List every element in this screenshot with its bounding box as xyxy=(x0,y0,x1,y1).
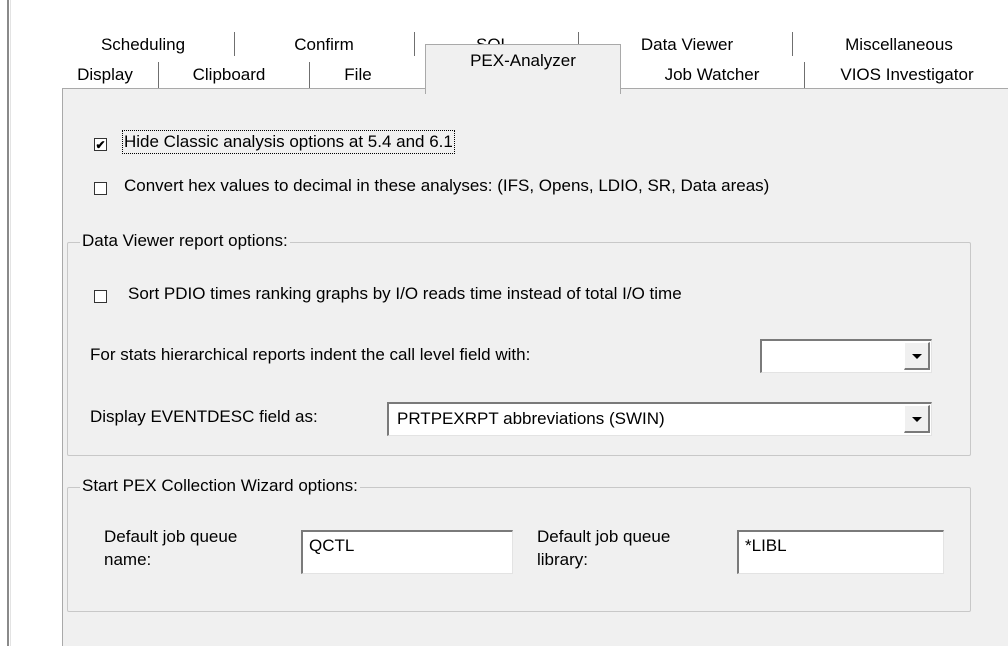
window-border-highlight xyxy=(10,0,11,646)
tab-display[interactable]: Display xyxy=(55,60,155,90)
queue-lib-value: *LIBL xyxy=(745,536,787,555)
tab-divider xyxy=(158,62,159,88)
queue-lib-input[interactable]: *LIBL xyxy=(737,530,944,574)
eventdesc-label: Display EVENTDESC field as: xyxy=(90,407,318,426)
queue-lib-label-line1: Default job queue xyxy=(537,527,671,546)
tab-scheduling[interactable]: Scheduling xyxy=(58,30,228,60)
queue-name-label-line2: name: xyxy=(104,550,152,569)
indent-label: For stats hierarchical reports indent th… xyxy=(90,345,531,364)
tab-divider xyxy=(234,32,235,56)
data-viewer-group-title: Data Viewer report options: xyxy=(80,231,290,251)
window-edge xyxy=(0,0,6,646)
tab-divider xyxy=(309,62,310,88)
queue-name-label-line1: Default job queue xyxy=(104,527,238,546)
indent-combo[interactable] xyxy=(760,339,932,373)
convert-hex-label[interactable]: Convert hex values to decimal in these a… xyxy=(124,176,769,196)
chevron-down-icon xyxy=(911,417,922,422)
queue-name-input[interactable]: QCTL xyxy=(301,530,513,574)
sort-pdio-checkbox[interactable] xyxy=(94,290,107,303)
tab-miscellaneous[interactable]: Miscellaneous xyxy=(796,30,1002,60)
tab-clipboard[interactable]: Clipboard xyxy=(162,60,296,90)
tab-divider xyxy=(804,62,805,88)
chevron-down-icon xyxy=(911,354,922,359)
window-border xyxy=(7,0,9,646)
hide-classic-label[interactable]: Hide Classic analysis options at 5.4 and… xyxy=(122,130,455,154)
queue-name-value: QCTL xyxy=(309,536,355,555)
sort-pdio-label[interactable]: Sort PDIO times ranking graphs by I/O re… xyxy=(128,284,682,304)
wizard-group-title: Start PEX Collection Wizard options: xyxy=(80,476,360,496)
tab-pex-analyzer-label: PEX-Analyzer xyxy=(470,51,576,70)
convert-hex-checkbox[interactable] xyxy=(94,182,107,195)
tab-file[interactable]: File xyxy=(312,60,404,90)
tab-pex-analyzer[interactable]: PEX-Analyzer xyxy=(425,44,621,94)
eventdesc-dropdown-button[interactable] xyxy=(904,405,930,433)
tab-job-watcher[interactable]: Job Watcher xyxy=(624,60,800,90)
indent-dropdown-button[interactable] xyxy=(904,342,930,370)
tab-divider xyxy=(792,32,793,56)
tab-divider xyxy=(414,32,415,56)
tab-confirm[interactable]: Confirm xyxy=(240,30,408,60)
tab-vios-investigator[interactable]: VIOS Investigator xyxy=(806,60,1008,90)
queue-lib-label-line2: library: xyxy=(537,550,589,569)
eventdesc-combo[interactable]: PRTPEXRPT abbreviations (SWIN) xyxy=(387,402,932,436)
eventdesc-combo-value: PRTPEXRPT abbreviations (SWIN) xyxy=(397,409,665,428)
checkmark-icon: ✔ xyxy=(95,137,106,152)
hide-classic-checkbox[interactable]: ✔ xyxy=(94,138,107,151)
